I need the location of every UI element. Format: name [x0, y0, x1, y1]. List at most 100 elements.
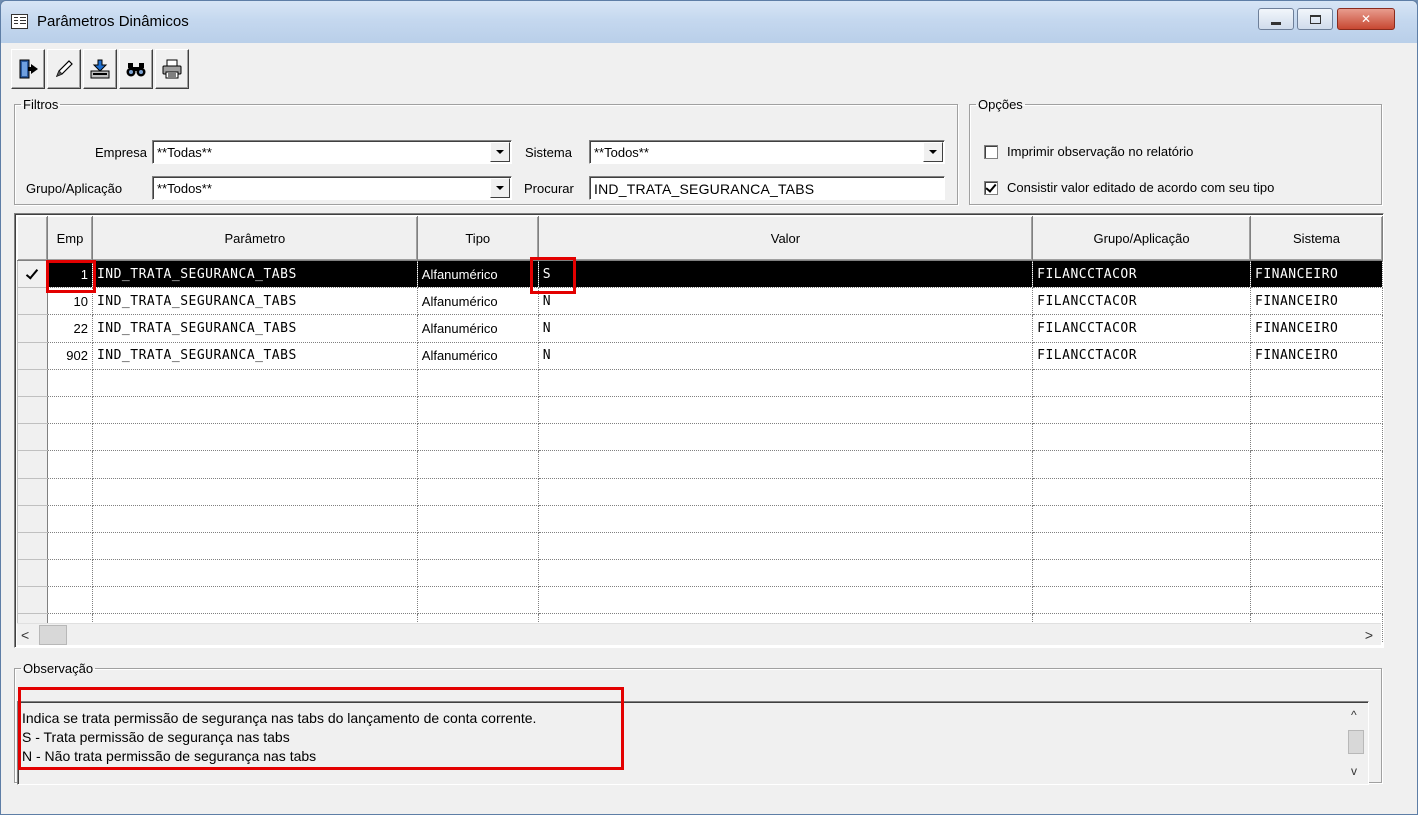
consistir-valor-checkbox[interactable]: Consistir valor editado de acordo com se…: [984, 180, 1274, 195]
empty-row[interactable]: [17, 504, 1383, 533]
row-indicator[interactable]: [17, 423, 48, 452]
column-header-emp[interactable]: Emp: [46, 216, 93, 261]
cell-valor[interactable]: S: [538, 260, 1034, 289]
cell-emp[interactable]: 902: [47, 342, 93, 370]
empty-cell[interactable]: [47, 505, 93, 533]
empty-cell[interactable]: [1032, 450, 1251, 479]
empty-cell[interactable]: [538, 586, 1034, 615]
empty-row[interactable]: [17, 531, 1383, 561]
horizontal-scrollbar[interactable]: < >: [17, 623, 1381, 645]
cell-tipo[interactable]: Alfanumérico: [417, 314, 539, 343]
empty-cell[interactable]: [1250, 396, 1383, 425]
grupo-dropdown-button[interactable]: [490, 178, 510, 198]
column-header-valor[interactable]: Valor: [537, 216, 1034, 261]
column-header-sistema[interactable]: Sistema: [1250, 216, 1383, 261]
scroll-up-icon[interactable]: ^: [1351, 708, 1357, 722]
empty-cell[interactable]: [92, 369, 418, 397]
empty-cell[interactable]: [1032, 396, 1251, 425]
empty-cell[interactable]: [47, 586, 93, 615]
scroll-left-icon[interactable]: <: [21, 627, 29, 643]
empty-row[interactable]: [17, 477, 1383, 506]
exit-button[interactable]: [11, 49, 45, 89]
empty-cell[interactable]: [92, 586, 418, 615]
cell-valor[interactable]: N: [538, 314, 1034, 343]
empty-cell[interactable]: [1032, 505, 1251, 533]
cell-tipo[interactable]: Alfanumérico: [417, 260, 539, 289]
empty-cell[interactable]: [417, 396, 539, 425]
empty-cell[interactable]: [92, 396, 418, 425]
edit-button[interactable]: [47, 49, 81, 89]
row-indicator[interactable]: [17, 504, 48, 533]
cell-emp[interactable]: 1: [47, 260, 93, 289]
cell-valor[interactable]: N: [538, 287, 1034, 316]
empty-cell[interactable]: [538, 478, 1034, 506]
empty-cell[interactable]: [47, 450, 93, 479]
empty-cell[interactable]: [538, 505, 1034, 533]
empty-cell[interactable]: [47, 423, 93, 452]
empty-cell[interactable]: [47, 478, 93, 506]
empty-cell[interactable]: [1250, 586, 1383, 615]
cell-parametro[interactable]: IND_TRATA_SEGURANCA_TABS: [92, 314, 418, 343]
column-header-tipo[interactable]: Tipo: [416, 216, 539, 261]
table-row[interactable]: 10 IND_TRATA_SEGURANCA_TABS Alfanumérico…: [17, 287, 1383, 316]
row-indicator[interactable]: [17, 287, 48, 316]
empty-row[interactable]: [17, 395, 1383, 425]
empresa-combo[interactable]: **Todas**: [152, 140, 512, 164]
empty-cell[interactable]: [1032, 559, 1251, 588]
empty-cell[interactable]: [1032, 478, 1251, 506]
cell-tipo[interactable]: Alfanumérico: [417, 287, 539, 316]
cell-grupo[interactable]: FILANCCTACOR: [1032, 314, 1251, 343]
empty-cell[interactable]: [92, 505, 418, 533]
cell-parametro[interactable]: IND_TRATA_SEGURANCA_TABS: [92, 287, 418, 316]
horizontal-scroll-thumb[interactable]: [39, 625, 67, 645]
empty-cell[interactable]: [538, 369, 1034, 397]
empty-cell[interactable]: [417, 559, 539, 588]
empty-cell[interactable]: [92, 532, 418, 561]
empty-cell[interactable]: [538, 532, 1034, 561]
parametros-grid[interactable]: Emp Parâmetro Tipo Valor Grupo/Aplicação…: [14, 213, 1384, 648]
empty-row[interactable]: [17, 450, 1383, 479]
empty-cell[interactable]: [1250, 423, 1383, 452]
cell-tipo[interactable]: Alfanumérico: [417, 342, 539, 370]
row-indicator[interactable]: [17, 586, 48, 615]
scroll-down-icon[interactable]: v: [1351, 764, 1357, 778]
empty-cell[interactable]: [538, 450, 1034, 479]
empty-cell[interactable]: [92, 423, 418, 452]
imprimir-checkbox-box[interactable]: [984, 144, 998, 159]
empty-cell[interactable]: [92, 559, 418, 588]
empty-cell[interactable]: [417, 586, 539, 615]
empty-row[interactable]: [17, 423, 1383, 452]
cell-parametro[interactable]: IND_TRATA_SEGURANCA_TABS: [92, 342, 418, 370]
minimize-button[interactable]: [1258, 8, 1294, 30]
cell-grupo[interactable]: FILANCCTACOR: [1032, 342, 1251, 370]
vertical-scroll-thumb[interactable]: [1348, 730, 1364, 754]
empty-cell[interactable]: [92, 450, 418, 479]
observacao-textarea[interactable]: Indica se trata permissão de segurança n…: [17, 701, 1369, 785]
empty-cell[interactable]: [417, 450, 539, 479]
cell-sistema[interactable]: FINANCEIRO: [1250, 314, 1383, 343]
empty-cell[interactable]: [47, 532, 93, 561]
empty-cell[interactable]: [417, 505, 539, 533]
row-indicator[interactable]: [17, 314, 48, 343]
empty-cell[interactable]: [417, 369, 539, 397]
consistir-checkbox-box[interactable]: [984, 180, 998, 195]
scroll-right-icon[interactable]: >: [1365, 627, 1373, 643]
row-indicator[interactable]: [17, 395, 48, 425]
table-row[interactable]: 902 IND_TRATA_SEGURANCA_TABS Alfanuméric…: [17, 341, 1383, 370]
empty-cell[interactable]: [417, 532, 539, 561]
sistema-combo[interactable]: **Todos**: [589, 140, 945, 164]
sistema-dropdown-button[interactable]: [923, 142, 943, 162]
empty-cell[interactable]: [1250, 450, 1383, 479]
cell-emp[interactable]: 22: [47, 314, 93, 343]
empty-cell[interactable]: [538, 423, 1034, 452]
cell-sistema[interactable]: FINANCEIRO: [1250, 260, 1383, 289]
empty-cell[interactable]: [47, 396, 93, 425]
cell-sistema[interactable]: FINANCEIRO: [1250, 287, 1383, 316]
empty-row[interactable]: [17, 586, 1383, 615]
cell-parametro[interactable]: IND_TRATA_SEGURANCA_TABS: [92, 260, 418, 289]
empty-cell[interactable]: [417, 478, 539, 506]
row-indicator[interactable]: [17, 559, 48, 588]
row-indicator[interactable]: [17, 341, 48, 370]
empty-cell[interactable]: [92, 478, 418, 506]
cell-emp[interactable]: 10: [47, 287, 93, 316]
